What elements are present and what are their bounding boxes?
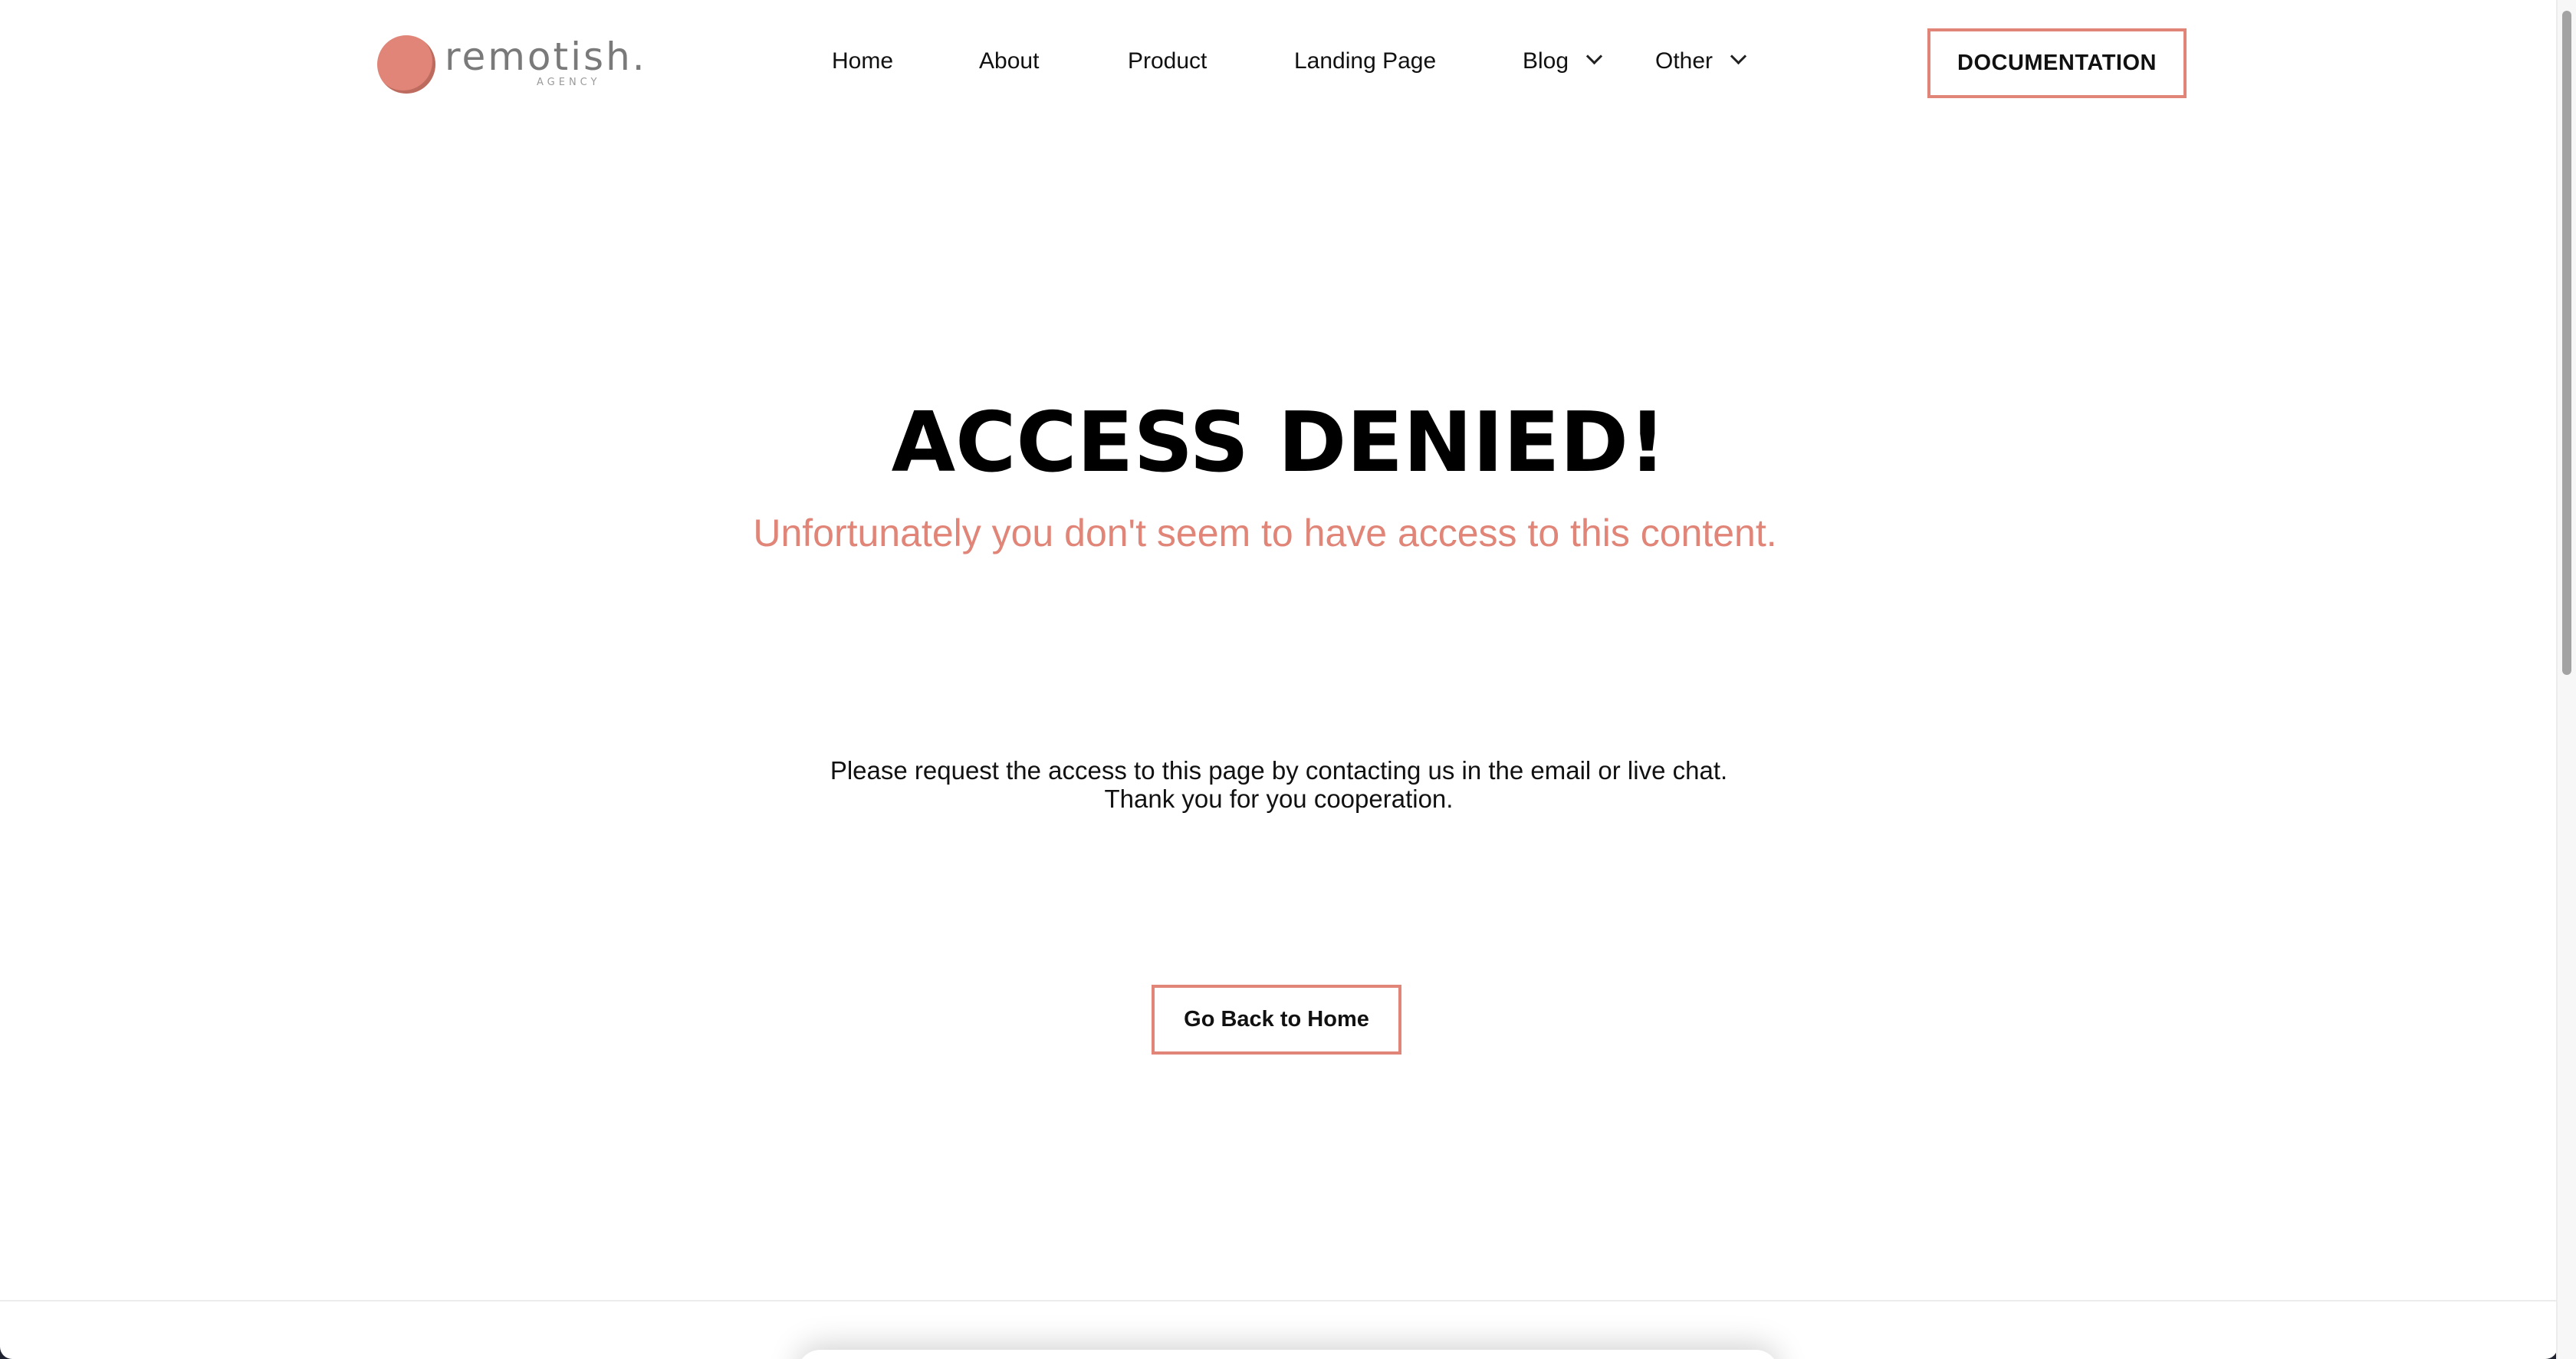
page-subtitle: Unfortunately you don't seem to have acc… xyxy=(753,512,1777,554)
browser-window: remotish. AGENCY Home About Product Land… xyxy=(0,0,2558,1359)
navbar: remotish. AGENCY Home About Product Land… xyxy=(0,0,2558,130)
brand-tagline: AGENCY xyxy=(537,77,601,88)
access-message-line: Please request the access to this page b… xyxy=(830,756,1728,785)
page-title: ACCESS DENIED! xyxy=(891,395,1667,491)
access-message-line: Thank you for you cooperation. xyxy=(1104,785,1454,813)
nav-item-about[interactable]: About xyxy=(979,46,1039,77)
nav-item-label: Product xyxy=(1128,48,1208,74)
nav-item-label: Blog xyxy=(1523,48,1569,74)
go-back-home-button[interactable]: Go Back to Home xyxy=(1152,985,1401,1055)
nav-item-product[interactable]: Product xyxy=(1128,46,1207,77)
nav-item-label: Landing Page xyxy=(1294,48,1437,74)
chevron-down-icon xyxy=(1730,48,1747,65)
page-scrollbar[interactable] xyxy=(2556,0,2576,1359)
nav-item-label: Other xyxy=(1655,48,1714,74)
nav-item-blog[interactable]: Blog xyxy=(1523,46,1603,77)
footer-divider xyxy=(0,1300,2558,1301)
logo-circle-icon xyxy=(377,35,435,94)
scrollbar-thumb[interactable] xyxy=(2562,11,2571,675)
nav-item-landing-page[interactable]: Landing Page xyxy=(1294,46,1436,77)
access-message: Please request the access to this page b… xyxy=(0,756,2558,813)
nav-item-label: Home xyxy=(832,48,894,74)
nav-item-label: About xyxy=(979,48,1040,74)
brand-name: remotish. xyxy=(445,35,647,79)
footer-card xyxy=(797,1350,1779,1359)
chevron-down-icon xyxy=(1585,48,1603,65)
documentation-button[interactable]: DOCUMENTATION xyxy=(1927,28,2187,98)
brand-logo[interactable]: remotish. AGENCY xyxy=(377,34,645,97)
nav-item-home[interactable]: Home xyxy=(832,46,893,77)
nav-item-other[interactable]: Other xyxy=(1655,46,1747,77)
